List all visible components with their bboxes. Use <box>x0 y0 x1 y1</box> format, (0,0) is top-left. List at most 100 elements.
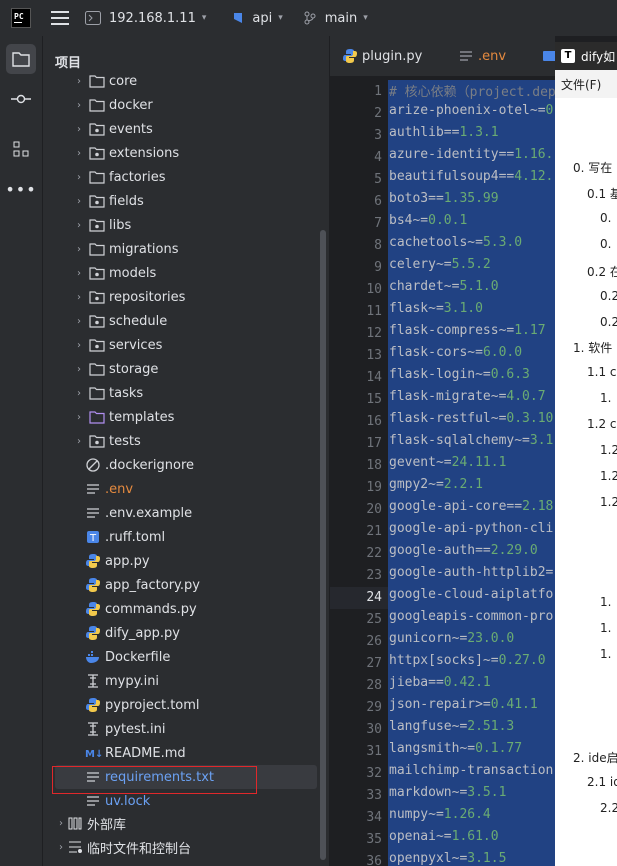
outline-item[interactable]: 0.2 在 <box>587 263 617 280</box>
code-line[interactable]: flask-sqlalchemy~=3.1 <box>389 433 553 455</box>
code-line[interactable]: mailchimp-transaction <box>389 763 553 785</box>
tab-env[interactable]: .env <box>458 36 506 76</box>
chevron-right-icon[interactable]: › <box>73 316 85 327</box>
outline-item[interactable]: 1.2 <box>600 495 617 509</box>
tree-item-external-libraries[interactable]: › 外部库 <box>55 811 330 835</box>
chevron-right-icon[interactable]: › <box>73 124 85 135</box>
chevron-right-icon[interactable]: › <box>73 268 85 279</box>
outline-item[interactable]: 1. <box>600 595 611 609</box>
outline-item[interactable]: 1. <box>600 647 611 661</box>
project-tool-button[interactable] <box>6 44 36 74</box>
code-line[interactable]: flask~=3.1.0 <box>389 301 483 323</box>
outline-item[interactable]: 0.1 基 <box>587 185 617 202</box>
code-line[interactable]: langfuse~=2.51.3 <box>389 719 514 741</box>
tree-item[interactable]: .env.example <box>85 501 318 525</box>
tree-item[interactable]: app.py <box>85 549 318 573</box>
chevron-right-icon[interactable]: › <box>73 148 85 159</box>
tree-item[interactable]: › storage <box>73 357 318 381</box>
chevron-right-icon[interactable]: › <box>73 340 85 351</box>
code-line[interactable]: openai~=1.61.0 <box>389 829 499 851</box>
code-line[interactable]: langsmith~=0.1.77 <box>389 741 522 763</box>
tree-item[interactable]: pyproject.toml <box>85 693 318 717</box>
menu-file[interactable]: 文件(F) <box>561 76 601 93</box>
chevron-right-icon[interactable]: › <box>73 436 85 447</box>
outline-item[interactable]: 0. <box>600 211 611 225</box>
outline-item[interactable]: 0. 写在 <box>573 159 612 176</box>
code-line[interactable]: google-api-python-cli <box>389 521 553 543</box>
structure-tool-button[interactable] <box>6 134 36 164</box>
code-line[interactable]: flask-cors~=6.0.0 <box>389 345 522 367</box>
tree-item-scratches[interactable]: › 临时文件和控制台 <box>55 835 330 859</box>
code-line[interactable]: flask-migrate~=4.0.7 <box>389 389 546 411</box>
code-line[interactable]: gmpy2~=2.2.1 <box>389 477 483 499</box>
outline-item[interactable]: 1. <box>600 391 611 405</box>
chevron-right-icon[interactable]: › <box>73 364 85 375</box>
tree-item[interactable]: › tests <box>73 429 318 453</box>
remote-host-selector[interactable]: 192.168.1.11 ▾ <box>85 11 206 26</box>
outline-item[interactable]: 1.2 <box>600 443 617 457</box>
outline-item[interactable]: 1.2 c <box>587 417 617 431</box>
pycharm-logo-icon[interactable]: PC <box>11 8 31 28</box>
tab-plugin-py[interactable]: plugin.py <box>342 36 422 76</box>
code-line[interactable]: # 核心依赖（project.dep <box>389 81 555 103</box>
tree-item[interactable]: › factories <box>73 165 318 189</box>
tree-item[interactable]: › events <box>73 117 318 141</box>
chevron-right-icon[interactable]: › <box>73 388 85 399</box>
more-tools-button[interactable]: ••• <box>5 174 36 204</box>
code-line[interactable]: gunicorn~=23.0.0 <box>389 631 514 653</box>
tree-item[interactable]: dify_app.py <box>85 621 318 645</box>
outline-item[interactable]: 2.1 id <box>587 775 617 789</box>
outline-item[interactable]: 2. ide启 <box>573 749 617 766</box>
tree-item[interactable]: pytest.ini <box>85 717 318 741</box>
outline-item[interactable]: 1. 软件 <box>573 339 612 356</box>
tree-item[interactable]: › core <box>73 69 318 93</box>
main-menu-icon[interactable] <box>51 11 69 25</box>
code-line[interactable]: celery~=5.5.2 <box>389 257 491 279</box>
code-line[interactable]: jieba==0.42.1 <box>389 675 491 697</box>
code-line[interactable]: boto3==1.35.99 <box>389 191 499 213</box>
code-line[interactable]: authlib==1.3.1 <box>389 125 499 147</box>
outline-item[interactable]: 1.1 c <box>587 365 617 379</box>
outline-item[interactable]: 0.2 <box>600 289 617 303</box>
outline-item[interactable]: 1. <box>600 621 611 635</box>
code-line[interactable]: flask-compress~=1.17 <box>389 323 546 345</box>
code-line[interactable]: markdown~=3.5.1 <box>389 785 506 807</box>
tree-item[interactable]: › fields <box>73 189 318 213</box>
code-line[interactable]: azure-identity==1.16. <box>389 147 553 169</box>
code-line[interactable]: google-api-core==2.18 <box>389 499 553 521</box>
tree-item[interactable]: › migrations <box>73 237 318 261</box>
chevron-right-icon[interactable]: › <box>73 172 85 183</box>
code-line[interactable]: httpx[socks]~=0.27.0 <box>389 653 546 675</box>
code-line[interactable]: flask-restful~=0.3.10 <box>389 411 553 433</box>
tree-item[interactable]: .dockerignore <box>85 453 318 477</box>
chevron-right-icon[interactable]: › <box>73 196 85 207</box>
project-scrollbar[interactable] <box>320 230 326 860</box>
code-line[interactable]: chardet~=5.1.0 <box>389 279 499 301</box>
chevron-right-icon[interactable]: › <box>73 100 85 111</box>
chevron-right-icon[interactable]: › <box>73 76 85 87</box>
code-line[interactable]: google-auth==2.29.0 <box>389 543 538 565</box>
tree-item[interactable]: › schedule <box>73 309 318 333</box>
chevron-right-icon[interactable]: › <box>73 292 85 303</box>
project-selector[interactable]: api ▾ <box>232 11 283 26</box>
tree-item[interactable]: › tasks <box>73 381 318 405</box>
tree-item[interactable]: › repositories <box>73 285 318 309</box>
code-line[interactable]: googleapis-common-pro <box>389 609 553 631</box>
tree-item[interactable]: › models <box>73 261 318 285</box>
chevron-right-icon[interactable]: › <box>73 412 85 423</box>
chevron-right-icon[interactable]: › <box>73 220 85 231</box>
code-line[interactable]: cachetools~=5.3.0 <box>389 235 522 257</box>
tree-item[interactable]: M↓ README.md <box>85 741 318 765</box>
code-line[interactable]: google-auth-httplib2= <box>389 565 553 587</box>
tree-item[interactable]: Dockerfile <box>85 645 318 669</box>
code-line[interactable]: flask-login~=0.6.3 <box>389 367 530 389</box>
tree-item[interactable]: › templates <box>73 405 318 429</box>
outline-item[interactable]: 1.2 <box>600 469 617 483</box>
code-line[interactable]: gevent~=24.11.1 <box>389 455 506 477</box>
code-line[interactable]: openpyxl~=3.1.5 <box>389 851 506 866</box>
outline-item[interactable]: 2.2 <box>600 801 617 815</box>
chevron-right-icon[interactable]: › <box>73 244 85 255</box>
tree-item[interactable]: .env <box>85 477 318 501</box>
tree-item[interactable]: › docker <box>73 93 318 117</box>
tree-item[interactable]: commands.py <box>85 597 318 621</box>
